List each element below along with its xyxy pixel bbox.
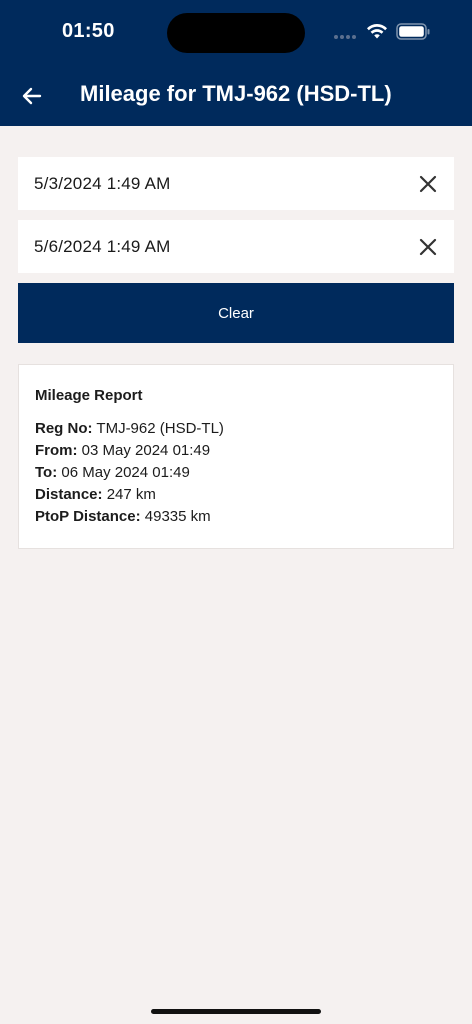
cellular-signal-icon xyxy=(334,35,356,39)
clear-end-date-button[interactable] xyxy=(408,227,448,267)
report-title: Mileage Report xyxy=(35,387,143,404)
page-title: Mileage for TMJ-962 (HSD-TL) xyxy=(80,81,392,106)
battery-icon xyxy=(396,23,430,40)
clear-button[interactable]: Clear xyxy=(18,283,454,343)
report-row-to: To: 06 May 2024 01:49 xyxy=(35,462,437,484)
dynamic-island xyxy=(167,13,305,53)
back-arrow-icon xyxy=(22,87,42,105)
row-label: To: xyxy=(35,464,58,481)
app-header: 01:50 Mileage for TMJ-962 (HSD-TL) xyxy=(0,0,472,126)
row-label: From: xyxy=(35,442,78,459)
row-value: 06 May 2024 01:49 xyxy=(61,464,190,481)
report-row-from: From: 03 May 2024 01:49 xyxy=(35,440,437,462)
row-label: PtoP Distance: xyxy=(35,508,141,525)
wifi-icon xyxy=(367,23,387,39)
back-button[interactable] xyxy=(16,80,48,112)
row-label: Distance: xyxy=(35,486,103,503)
row-value: 03 May 2024 01:49 xyxy=(81,442,211,459)
close-icon xyxy=(419,175,437,192)
clear-start-date-button[interactable] xyxy=(408,164,448,204)
report-row-reg-no: Reg No: TMJ-962 (HSD-TL) xyxy=(35,418,437,440)
close-icon xyxy=(419,238,437,255)
report-row-distance: Distance: 247 km xyxy=(35,484,437,506)
start-date-field[interactable]: 5/3/2024 1:49 AM xyxy=(18,157,454,210)
report-row-ptop-distance: PtoP Distance: 49335 km xyxy=(35,506,437,528)
mileage-report-card: Mileage Report Reg No: TMJ-962 (HSD-TL) … xyxy=(18,364,454,549)
end-date-value[interactable]: 5/6/2024 1:49 AM xyxy=(34,237,408,257)
status-time: 01:50 xyxy=(62,20,115,42)
home-indicator[interactable] xyxy=(151,1009,321,1014)
end-date-field[interactable]: 5/6/2024 1:49 AM xyxy=(18,220,454,273)
row-value: 247 km xyxy=(106,486,156,503)
start-date-value[interactable]: 5/3/2024 1:49 AM xyxy=(34,174,408,194)
row-label: Reg No: xyxy=(35,420,93,437)
row-value: 49335 km xyxy=(144,508,211,525)
row-value: TMJ-962 (HSD-TL) xyxy=(96,420,224,437)
